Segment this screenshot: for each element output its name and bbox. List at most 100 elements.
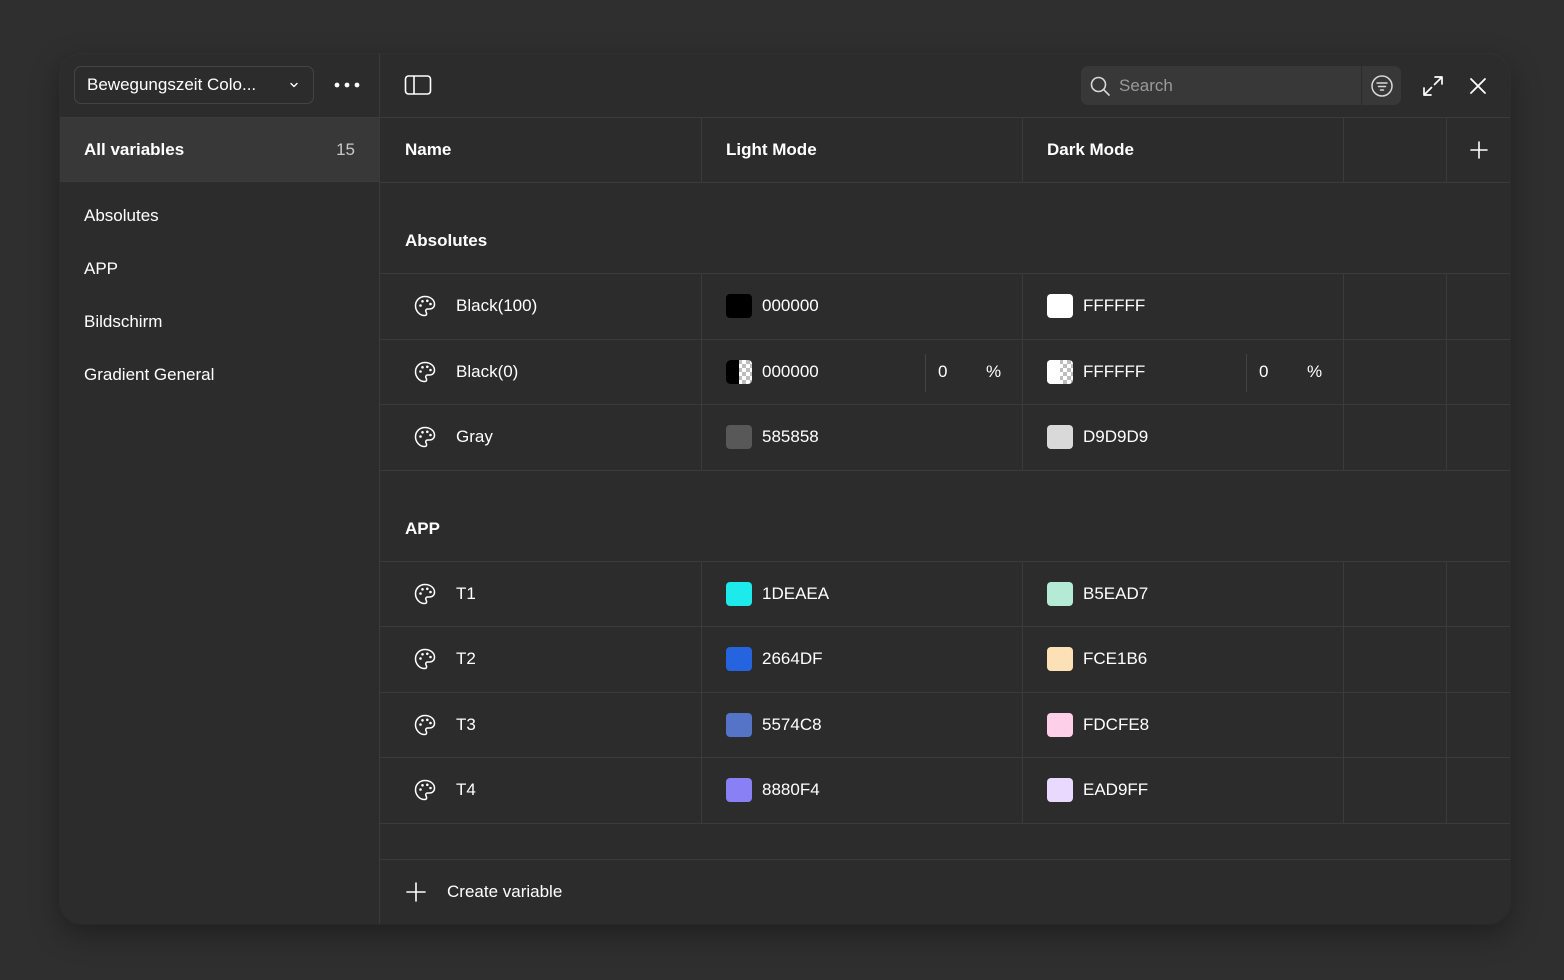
dark-mode-value-cell[interactable]: FFFFFF [1022, 274, 1343, 339]
light-mode-value-cell[interactable]: 8880F4 [701, 758, 1022, 823]
color-swatch[interactable] [1047, 712, 1073, 737]
hex-value: 8880F4 [762, 780, 820, 800]
sidebar-item-bildschirm[interactable]: Bildschirm [60, 295, 379, 348]
table-row[interactable]: T4 8880F4 EAD9FF [380, 758, 1510, 824]
column-divider [1343, 118, 1344, 182]
sidebar-item-absolutes[interactable]: Absolutes [60, 189, 379, 242]
table-row[interactable]: Black(100) 000000 FFFFFF [380, 274, 1510, 340]
column-divider [1343, 627, 1344, 692]
variables-window: Bewegungszeit Colo... All variables 15 A… [60, 54, 1510, 924]
all-variables-label: All variables [84, 139, 185, 159]
color-swatch[interactable] [726, 778, 752, 803]
expand-icon [1423, 76, 1443, 96]
search-icon [1081, 75, 1119, 97]
hex-value: 5574C8 [762, 714, 822, 734]
variable-name-cell[interactable]: T2 [380, 627, 701, 692]
color-swatch[interactable] [1047, 359, 1073, 384]
palette-icon [413, 713, 437, 737]
search-box [1081, 66, 1401, 105]
table-row[interactable]: Black(0) 000000 0% FFFFFF 0% [380, 339, 1510, 405]
variable-name: Gray [456, 427, 493, 447]
expand-button[interactable] [1418, 72, 1448, 100]
light-mode-value-cell[interactable]: 5574C8 [701, 693, 1022, 758]
hex-value: FCE1B6 [1083, 649, 1148, 669]
dark-mode-value-cell[interactable]: D9D9D9 [1022, 405, 1343, 470]
column-header-name[interactable]: Name [380, 118, 701, 182]
column-header-light-mode[interactable]: Light Mode [701, 118, 1022, 182]
dark-mode-value-cell[interactable]: FCE1B6 [1022, 627, 1343, 692]
color-swatch[interactable] [1047, 294, 1073, 319]
more-options-button[interactable] [330, 70, 364, 100]
variable-name-cell[interactable]: T3 [380, 693, 701, 758]
color-swatch[interactable] [726, 712, 752, 737]
alpha-percent-sign: % [1307, 361, 1323, 381]
plus-icon [1469, 141, 1488, 159]
column-divider [1446, 692, 1447, 757]
variable-name-cell[interactable]: T1 [380, 562, 701, 627]
column-divider [1446, 561, 1447, 626]
sidebar-item-label: Gradient General [84, 364, 215, 384]
light-mode-value-cell[interactable]: 000000 [701, 274, 1022, 339]
sidebar: Bewegungszeit Colo... All variables 15 A… [60, 54, 380, 924]
column-header-dark-mode[interactable]: Dark Mode [1022, 118, 1343, 182]
close-button[interactable] [1463, 72, 1493, 100]
sidebar-item-gradient-general[interactable]: Gradient General [60, 348, 379, 401]
color-swatch[interactable] [1047, 581, 1073, 606]
filter-button[interactable] [1361, 66, 1401, 105]
color-swatch[interactable] [1047, 647, 1073, 672]
color-swatch[interactable] [726, 647, 752, 672]
light-mode-value-cell[interactable]: 1DEAEA [701, 562, 1022, 627]
alpha-value[interactable]: 0 [938, 362, 947, 382]
color-swatch[interactable] [1047, 425, 1073, 450]
dark-mode-value-cell[interactable]: FDCFE8 [1022, 693, 1343, 758]
palette-icon [413, 360, 437, 384]
light-mode-value-cell[interactable]: 2664DF [701, 627, 1022, 692]
table-row[interactable]: T2 2664DF FCE1B6 [380, 627, 1510, 693]
create-variable-button[interactable]: Create variable [380, 859, 1510, 924]
color-swatch[interactable] [726, 294, 752, 319]
column-divider [1446, 405, 1447, 470]
collection-dropdown[interactable]: Bewegungszeit Colo... [74, 66, 314, 104]
close-icon [1470, 78, 1486, 94]
variable-name-cell[interactable]: Gray [380, 405, 701, 470]
hex-value: D9D9D9 [1083, 427, 1149, 447]
column-divider [1343, 405, 1344, 470]
hex-value: EAD9FF [1083, 780, 1149, 800]
sidebar-toggle-button[interactable] [403, 72, 433, 98]
search-input[interactable] [1119, 66, 1361, 105]
variable-name: Black(0) [456, 361, 519, 381]
dark-mode-value-cell[interactable]: B5EAD7 [1022, 562, 1343, 627]
variable-name: Black(100) [456, 296, 538, 316]
all-variables-item[interactable]: All variables 15 [60, 117, 379, 182]
light-mode-value-cell[interactable]: 000000 0% [701, 340, 1022, 405]
column-divider [1343, 561, 1344, 626]
variable-name-cell[interactable]: T4 [380, 758, 701, 823]
variable-name-cell[interactable]: Black(100) [380, 274, 701, 339]
alpha-divider [1246, 353, 1247, 392]
table-row[interactable]: T3 5574C8 FDCFE8 [380, 692, 1510, 758]
color-swatch[interactable] [726, 359, 752, 384]
hex-value: 585858 [762, 427, 819, 447]
main-panel: Name Light Mode Dark Mode AbsolutesBlack… [380, 54, 1510, 924]
hex-value: 1DEAEA [762, 583, 830, 603]
table-row[interactable]: T1 1DEAEA B5EAD7 [380, 561, 1510, 627]
hex-value: FDCFE8 [1083, 714, 1150, 734]
table-row[interactable]: Gray 585858 D9D9D9 [380, 405, 1510, 471]
variable-name: T1 [456, 583, 476, 603]
dark-mode-value-cell[interactable]: EAD9FF [1022, 758, 1343, 823]
color-swatch[interactable] [1047, 778, 1073, 803]
alpha-value[interactable]: 0 [1259, 362, 1268, 382]
light-mode-value-cell[interactable]: 585858 [701, 405, 1022, 470]
hex-value: FFFFFF [1083, 361, 1146, 381]
variable-name: T2 [456, 649, 476, 669]
color-swatch[interactable] [726, 581, 752, 606]
hex-value: 2664DF [762, 649, 823, 669]
sidebar-item-label: APP [84, 258, 119, 278]
variable-name: T4 [456, 780, 476, 800]
variable-name-cell[interactable]: Black(0) [380, 340, 701, 405]
sidebar-item-app[interactable]: APP [60, 242, 379, 295]
add-mode-button[interactable] [1447, 118, 1510, 182]
column-divider [1446, 274, 1447, 339]
dark-mode-value-cell[interactable]: FFFFFF 0% [1022, 340, 1343, 405]
color-swatch[interactable] [726, 425, 752, 450]
